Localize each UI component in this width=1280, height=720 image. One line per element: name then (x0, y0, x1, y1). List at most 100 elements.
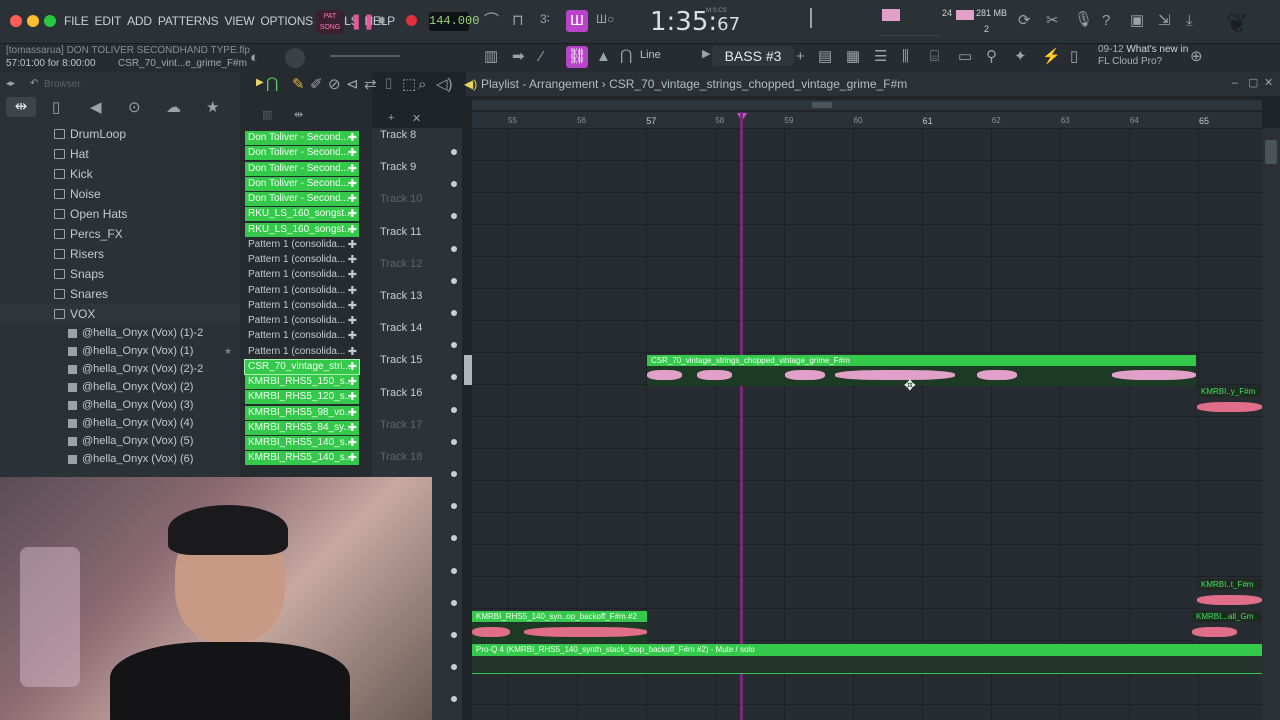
track-mute-led[interactable] (451, 471, 457, 477)
speaker-icon[interactable]: ◀) (464, 78, 477, 90)
zoom-tool-icon[interactable]: ⌕ (418, 77, 426, 92)
browser-file[interactable]: @hella_Onyx (Vox) (1)-2 (0, 324, 240, 342)
piano-roll-icon[interactable]: ▦ (846, 49, 860, 64)
audio-clip-waveform[interactable] (1192, 623, 1262, 641)
add-to-playlist-icon[interactable]: ✚ (348, 375, 357, 389)
track-mute-led[interactable] (451, 406, 457, 413)
arrow-right-icon[interactable]: ➡ (512, 49, 525, 64)
browser-favorites-tab-icon[interactable]: ★ (206, 100, 219, 115)
add-to-playlist-icon[interactable]: ✚ (348, 223, 357, 237)
blend-notes-icon[interactable]: Ш○ (596, 13, 614, 25)
folder-open-hats[interactable]: Open Hats (0, 204, 240, 224)
stop-icon[interactable]: ■ (378, 14, 385, 26)
track-label[interactable]: Track 15 (380, 354, 422, 366)
globe-icon[interactable]: ⊕ (1190, 49, 1203, 64)
audio-clip-waveform[interactable] (472, 623, 647, 643)
menu-add[interactable]: ADD (127, 14, 152, 28)
minimize-window-button[interactable] (27, 15, 39, 27)
undo-history-icon[interactable]: ⟳ (1018, 13, 1031, 28)
play-arrow-icon[interactable]: ▶ (256, 78, 264, 88)
picker-item[interactable]: RKU_LS_160_songst... ✚ (245, 207, 359, 222)
add-to-playlist-icon[interactable]: ✚ (348, 390, 357, 404)
plug-icon[interactable]: ⚲ (986, 49, 997, 64)
main-pitch-knob[interactable] (285, 48, 305, 68)
add-to-playlist-icon[interactable]: ✚ (348, 268, 357, 282)
add-to-playlist-icon[interactable]: ✚ (348, 253, 357, 267)
browser-menu-icon[interactable]: ◂▸ (6, 79, 15, 88)
menu-options[interactable]: OPTIONS (260, 14, 313, 28)
save-icon[interactable]: ▣ (1130, 13, 1144, 28)
playlist-view-icon[interactable]: ▤ (818, 49, 832, 64)
track-mute-led[interactable] (451, 277, 457, 284)
add-to-playlist-icon[interactable]: ✚ (348, 207, 357, 221)
microphone-icon[interactable]: 🎙 (1074, 12, 1093, 27)
folder-noise[interactable]: Noise (0, 184, 240, 204)
countdown-icon[interactable]: 3∶ (540, 13, 550, 25)
picker-item[interactable]: Don Toliver - Second... ✚ (245, 192, 359, 206)
maximize-panel-icon[interactable]: ▢ (1248, 78, 1258, 89)
picker-item[interactable]: KMRBI_RHS5_120_s... ✚ (245, 390, 359, 405)
record-button[interactable] (406, 15, 417, 26)
track-label[interactable]: Track 12 (380, 258, 422, 270)
track-label[interactable]: Track 18 (380, 451, 422, 463)
browser-all-tab-icon[interactable]: ⇹ (6, 97, 36, 117)
pat-song-toggle[interactable]: PAT SONG (316, 10, 344, 34)
browser-file[interactable]: @hella_Onyx (Vox) (3) (0, 396, 240, 414)
automation-clip-header[interactable]: Pro-Q 4 (KMRBI_RHS5_140_synth_stack_loop… (472, 644, 1262, 656)
track-label[interactable]: Track 17 (380, 419, 422, 431)
track-mute-led[interactable] (451, 632, 457, 638)
slice-tool-icon[interactable]: ⌷ (384, 77, 393, 92)
track-label[interactable]: Track 8 (380, 129, 416, 141)
link-icon[interactable]: ⛓ (566, 46, 588, 68)
news-panel[interactable]: 09-12 What's new in FL Cloud Pro? (1098, 44, 1188, 68)
picker-item[interactable]: KMRBI_RHS5_150_s... ✚ (245, 375, 359, 389)
audio-clip-header[interactable]: CSR_70_vintage_strings_chopped_vintage_g… (647, 355, 1196, 366)
select-tool-icon[interactable]: ⬚ (402, 77, 416, 92)
touch-controller-icon[interactable]: ✦ (1014, 49, 1027, 64)
audio-clip-waveform[interactable] (1197, 398, 1262, 416)
pencil-tool-icon[interactable]: ✎ (292, 77, 305, 92)
picker-item[interactable]: KMRBI_RHS5_140_s... ✚ (245, 436, 359, 450)
scrollbar-thumb[interactable] (1265, 140, 1277, 164)
picker-item[interactable]: Pattern 1 (consolida... ✚ (245, 268, 359, 282)
track-mute-led[interactable] (451, 599, 457, 606)
add-to-playlist-icon[interactable]: ✚ (348, 345, 357, 359)
browser-file[interactable]: @hella_Onyx (Vox) (1) ★ (0, 342, 240, 360)
track-label[interactable]: Track 9 (380, 161, 416, 173)
track-label[interactable]: Track 11 (380, 226, 422, 238)
picker-item[interactable]: Don Toliver - Second... ✚ (245, 176, 359, 191)
minimize-panel-icon[interactable]: – (1232, 78, 1238, 89)
menu-view[interactable]: VIEW (224, 14, 254, 28)
add-to-playlist-icon[interactable]: ✚ (348, 451, 357, 465)
prev-pattern-icon[interactable]: ▶ (702, 49, 710, 60)
browser-file[interactable]: @hella_Onyx (Vox) (4) (0, 414, 240, 432)
metronome-icon[interactable]: ⌒ (484, 13, 499, 28)
render-icon[interactable]: ⇲ (1158, 13, 1171, 28)
tempo-display[interactable]: 144.000 (429, 12, 479, 31)
download-icon[interactable]: ⤓ (1186, 13, 1193, 28)
track-mute-led[interactable] (451, 245, 457, 252)
picker-audio-icon[interactable]: ⇹ (294, 110, 303, 121)
wait-input-icon[interactable]: ⊓ (512, 13, 524, 28)
track-label[interactable]: Track 16 (380, 387, 422, 399)
picker-item[interactable]: Don Toliver - Second... ✚ (245, 161, 359, 176)
folder-hat[interactable]: Hat (0, 144, 240, 164)
folder-drumloop[interactable]: DrumLoop (0, 124, 240, 144)
browser-back-icon[interactable]: ↶ (30, 79, 38, 89)
audio-clip-header[interactable]: KMRBI...all_Gm (1192, 611, 1262, 622)
paint-tool-icon[interactable]: ✐ (310, 77, 323, 92)
audio-clip-header[interactable]: KMRBI..y_F#m (1197, 386, 1262, 397)
add-to-playlist-icon[interactable]: ✚ (348, 177, 357, 191)
track-label[interactable]: Track 13 (380, 290, 422, 302)
stamp-icon[interactable]: ▲ (596, 49, 611, 64)
delete-tool-icon[interactable]: ⊘ (328, 77, 341, 92)
add-to-playlist-icon[interactable]: ✚ (348, 314, 357, 328)
picker-item[interactable]: Pattern 1 (consolida... ✚ (245, 238, 359, 252)
pause-icon[interactable]: ❚❚ (350, 14, 375, 29)
automation-clip-body[interactable] (472, 656, 1262, 674)
picker-item[interactable]: Don Toliver - Second... ✚ (245, 131, 359, 145)
snap-selector[interactable]: Line (640, 49, 661, 61)
picker-item[interactable]: KMRBI_RHS5_84_sy... ✚ (245, 420, 359, 435)
add-to-playlist-icon[interactable]: ✚ (348, 436, 357, 450)
horizontal-scroll-bar[interactable] (472, 100, 1262, 110)
